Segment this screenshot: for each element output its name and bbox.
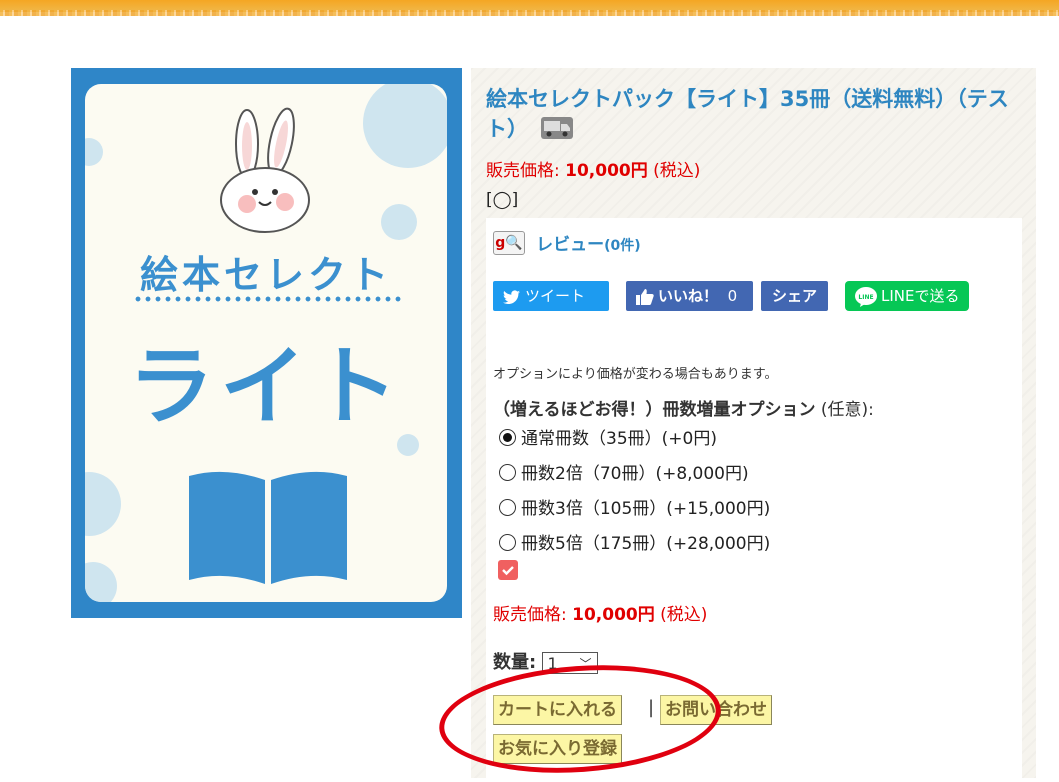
line-logo-icon: LINE <box>855 286 877 307</box>
truck-icon <box>541 117 574 139</box>
price-label: 販売価格: <box>486 161 566 181</box>
radio-selected-icon[interactable] <box>499 429 516 446</box>
image-title-text: 絵本セレクト <box>139 253 392 297</box>
quantity-label: 数量: <box>493 652 537 673</box>
book-icon <box>189 471 347 584</box>
price-tax: (税込) <box>654 605 708 625</box>
option-radio-normal[interactable]: 通常冊数（35冊）(+0円) <box>499 427 717 451</box>
product-image[interactable]: 絵本セレクト ライト <box>71 68 462 618</box>
line-share-button[interactable]: LINE LINEで送る <box>845 281 969 311</box>
tweet-label: ツイート <box>525 287 586 305</box>
like-button[interactable]: いいね！ 0 <box>626 281 753 311</box>
option-label: 通常冊数（35冊）(+0円) <box>521 429 717 449</box>
review-row: g🔍 レビュー(0件) <box>493 230 641 255</box>
review-label: レビュー <box>536 235 605 255</box>
like-count: 0 <box>727 287 738 305</box>
price-tax: (税込) <box>647 161 701 181</box>
image-big-text: ライト <box>128 337 404 437</box>
product-image-card: 絵本セレクト ライト <box>85 84 447 602</box>
price-value: 10,000円 <box>565 161 648 181</box>
option-title-text: （増えるほどお得！）冊数増量オプション <box>493 400 816 420</box>
like-label: いいね！ <box>658 287 719 305</box>
svg-text:LINE: LINE <box>858 294 873 301</box>
radio-icon[interactable] <box>499 534 516 551</box>
option-note: オプションにより価格が変わる場合もあります。 <box>493 367 778 382</box>
review-count: (0件) <box>604 238 641 254</box>
image-dotted-line <box>133 296 403 302</box>
option-radio-3x[interactable]: 冊数3倍（105冊）(+15,000円) <box>499 497 770 521</box>
option-label: 冊数2倍（70冊）(+8,000円) <box>521 464 749 484</box>
line-label: LINEで送る <box>881 287 960 305</box>
share-button[interactable]: シェア <box>761 281 828 311</box>
thumbs-up-icon <box>636 288 654 305</box>
price-label: 販売価格: <box>493 605 573 625</box>
bracket-text: [◯] <box>486 190 519 210</box>
decor-dot <box>85 472 121 536</box>
option-group-title: （増えるほどお得！）冊数増量オプション (任意): <box>493 395 874 420</box>
decor-dot <box>85 562 117 602</box>
option-label: 冊数5倍（175冊）(+28,000円) <box>521 534 771 554</box>
sale-price: 販売価格: 10,000円 (税込) <box>486 156 700 181</box>
option-radio-5x[interactable]: 冊数5倍（175冊）(+28,000円) <box>499 532 770 556</box>
option-label: 冊数3倍（105冊）(+15,000円) <box>521 499 771 519</box>
radio-icon[interactable] <box>499 499 516 516</box>
checkmark-icon <box>498 560 518 580</box>
header-decoration-band <box>0 0 1059 16</box>
decor-dot <box>363 84 447 168</box>
option-optional-text: (任意): <box>815 400 874 420</box>
decor-dot <box>381 204 417 240</box>
rabbit-illustration <box>220 107 310 233</box>
sale-price-2: 販売価格: 10,000円 (税込) <box>493 600 707 625</box>
product-title: 絵本セレクトパック【ライト】35冊（送料無料）（テスト） <box>486 84 1021 144</box>
tweet-button[interactable]: ツイート <box>493 281 609 311</box>
twitter-bird-icon <box>503 289 520 304</box>
review-search-icon[interactable]: g🔍 <box>493 230 525 255</box>
option-radio-2x[interactable]: 冊数2倍（70冊）(+8,000円) <box>499 462 749 486</box>
price-value: 10,000円 <box>572 605 655 625</box>
review-link[interactable]: レビュー(0件) <box>536 235 641 255</box>
decor-dot <box>85 138 103 166</box>
radio-icon[interactable] <box>499 464 516 481</box>
